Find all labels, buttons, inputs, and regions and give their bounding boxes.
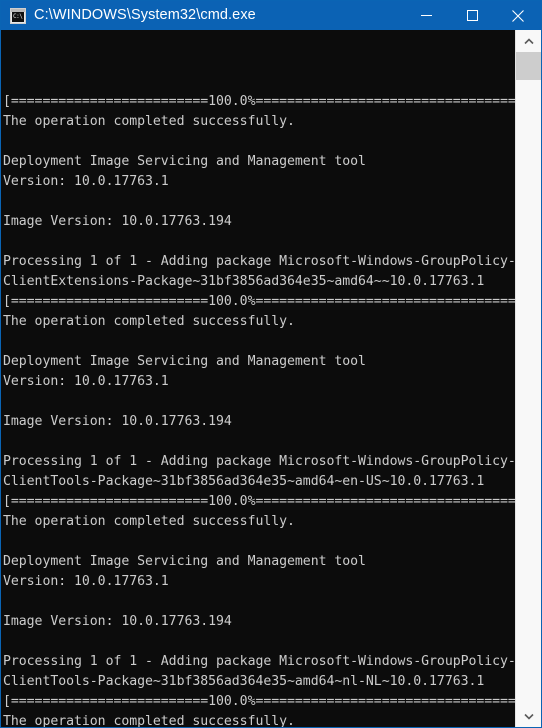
console-line: ClientTools-Package~31bf3856ad364e35~amd…: [3, 474, 485, 489]
console-line: ClientTools-Package~31bf3856ad364e35~amd…: [3, 674, 485, 689]
minimize-button[interactable]: [403, 1, 449, 30]
console-line: Processing 1 of 1 - Adding package Micro…: [3, 454, 515, 469]
vertical-scrollbar[interactable]: [515, 30, 541, 727]
console-line: Version: 10.0.17763.1: [3, 374, 169, 389]
console-line: Version: 10.0.17763.1: [3, 174, 169, 189]
cmd-window: C:\ C:\WINDOWS\System32\cmd.exe [=======…: [0, 0, 542, 728]
console-line: Processing 1 of 1 - Adding package Micro…: [3, 654, 515, 669]
maximize-button[interactable]: [449, 1, 495, 30]
console-body: [=========================100.0%========…: [1, 30, 541, 727]
scroll-down-button[interactable]: [516, 705, 541, 727]
chevron-down-icon: [523, 713, 534, 720]
console-line: The operation completed successfully.: [3, 114, 295, 129]
maximize-icon: [466, 10, 478, 21]
scroll-up-button[interactable]: [516, 30, 541, 52]
console-line: ClientExtensions-Package~31bf3856ad364e3…: [3, 274, 485, 289]
console-line: The operation completed successfully.: [3, 514, 295, 529]
console-line: Version: 10.0.17763.1: [3, 574, 169, 589]
scroll-track[interactable]: [516, 52, 541, 705]
title-bar[interactable]: C:\ C:\WINDOWS\System32\cmd.exe: [1, 1, 541, 30]
close-button[interactable]: [495, 1, 541, 30]
console-line: [=========================100.0%========…: [3, 94, 515, 109]
icon-screen-text: C:\: [12, 11, 24, 22]
console-line: [=========================100.0%========…: [3, 494, 515, 509]
window-title: C:\WINDOWS\System32\cmd.exe: [34, 7, 256, 23]
chevron-up-icon: [523, 37, 534, 44]
console-line: The operation completed successfully.: [3, 314, 295, 329]
console-line: Image Version: 10.0.17763.194: [3, 214, 232, 229]
console-line: Image Version: 10.0.17763.194: [3, 414, 232, 429]
close-icon: [512, 9, 524, 22]
cmd-console-icon: C:\: [10, 7, 26, 24]
console-line: Deployment Image Servicing and Managemen…: [3, 154, 366, 169]
scroll-thumb[interactable]: [516, 52, 541, 80]
console-line: Deployment Image Servicing and Managemen…: [3, 354, 366, 369]
console-line: Image Version: 10.0.17763.194: [3, 614, 232, 629]
minimize-icon: [420, 15, 432, 16]
console-output[interactable]: [=========================100.0%========…: [1, 30, 515, 727]
console-line: [=========================100.0%========…: [3, 294, 515, 309]
console-line: Processing 1 of 1 - Adding package Micro…: [3, 254, 515, 269]
console-line: The operation completed successfully.: [3, 714, 295, 727]
console-line: Deployment Image Servicing and Managemen…: [3, 554, 366, 569]
console-line: [=========================100.0%========…: [3, 694, 515, 709]
